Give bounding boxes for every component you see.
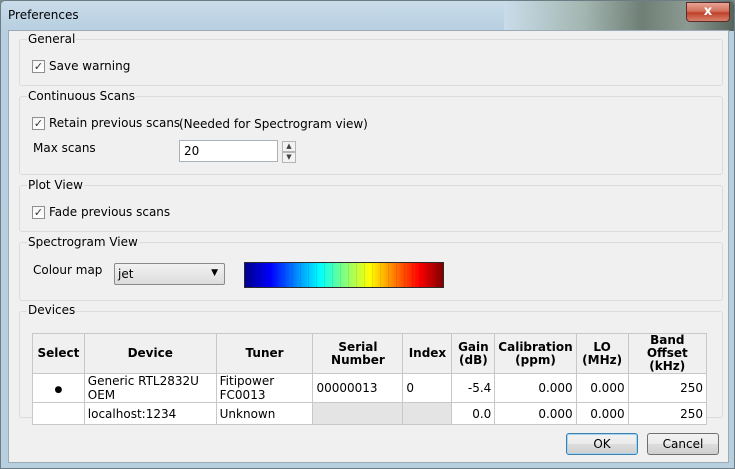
- colour-map-label: Colour map: [33, 263, 103, 277]
- chevron-down-icon: ▼: [211, 268, 218, 278]
- cell-serial: [312, 402, 404, 425]
- retain-previous-scans-checkbox[interactable]: ✓ Retain previous scans: [32, 116, 180, 130]
- save-warning-label: Save warning: [49, 59, 131, 73]
- ok-button[interactable]: OK: [566, 433, 638, 455]
- column-header[interactable]: Select: [32, 333, 85, 374]
- devices-table-header: Select Device Tuner Serial Number Index Gain …: [32, 333, 708, 374]
- cell-tuner: Fitipower FC0013: [215, 373, 314, 403]
- fade-previous-scans-checkbox[interactable]: ✓ Fade previous scans: [32, 205, 170, 219]
- selected-dot-icon: ●: [54, 385, 63, 395]
- save-warning-checkbox[interactable]: ✓ Save warning: [32, 59, 130, 73]
- cell-calibration[interactable]: 0.000: [494, 373, 577, 403]
- cell-gain[interactable]: 0.0: [451, 402, 496, 425]
- cell-index: [402, 402, 453, 425]
- colour-map-value: jet: [118, 267, 134, 281]
- cell-device: Generic RTL2832U OEM: [83, 373, 217, 403]
- continuous-scans-group: [19, 96, 723, 175]
- spin-up-icon[interactable]: ▲: [282, 141, 296, 152]
- checkmark-icon: ✓: [32, 59, 45, 73]
- close-icon: x: [703, 4, 713, 19]
- cell-calibration[interactable]: 0.000: [494, 402, 577, 425]
- table-row[interactable]: ● Generic RTL2832U OEM Fitipower FC0013 000…: [32, 373, 708, 403]
- preferences-window: Preferences x General ✓ Save warning Con…: [0, 0, 735, 469]
- checkmark-icon: ✓: [32, 116, 45, 130]
- cell-band-offset[interactable]: 250: [627, 373, 708, 403]
- select-radio[interactable]: ●: [32, 373, 85, 403]
- cell-serial: 00000013: [312, 373, 404, 403]
- column-header[interactable]: Device: [83, 333, 217, 374]
- fade-previous-scans-label: Fade previous scans: [49, 205, 171, 219]
- column-header[interactable]: Band Offset (kHz): [627, 333, 708, 374]
- cell-band-offset[interactable]: 250: [627, 402, 708, 425]
- spectrogram-view-title: Spectrogram View: [27, 235, 139, 249]
- column-header[interactable]: Serial Number: [312, 333, 404, 374]
- cancel-button[interactable]: Cancel: [647, 433, 719, 455]
- cell-tuner: Unknown: [215, 402, 314, 425]
- retain-previous-scans-label: Retain previous scans: [49, 116, 181, 130]
- close-button[interactable]: x: [686, 2, 730, 22]
- devices-table: Select Device Tuner Serial Number Index Gain …: [32, 333, 708, 425]
- spectrogram-note: (Needed for Spectrogram view): [179, 117, 368, 131]
- column-header[interactable]: Index: [402, 333, 453, 374]
- dialog-body: General ✓ Save warning Continuous Scans …: [8, 30, 729, 463]
- continuous-scans-title: Continuous Scans: [27, 89, 137, 103]
- column-header[interactable]: Tuner: [215, 333, 314, 374]
- table-row[interactable]: localhost:1234 Unknown 0.0 0.000 0.000 250: [32, 402, 708, 425]
- column-header[interactable]: Gain (dB): [451, 333, 496, 374]
- colour-map-select[interactable]: jet ▼: [114, 263, 225, 285]
- max-scans-input[interactable]: 20: [179, 140, 278, 162]
- cell-device: localhost:1234: [83, 402, 217, 425]
- cell-lo[interactable]: 0.000: [575, 373, 629, 403]
- max-scans-value: 20: [184, 144, 200, 158]
- window-title: Preferences: [8, 8, 79, 22]
- cell-lo[interactable]: 0.000: [575, 402, 629, 425]
- select-radio[interactable]: [32, 402, 85, 425]
- general-group-title: General: [27, 32, 77, 46]
- max-scans-stepper[interactable]: ▲ ▼: [282, 141, 296, 163]
- plot-view-title: Plot View: [27, 178, 84, 192]
- colour-map-preview: [244, 262, 444, 288]
- checkmark-icon: ✓: [32, 205, 45, 219]
- spin-down-icon[interactable]: ▼: [282, 152, 296, 163]
- devices-title: Devices: [27, 303, 77, 317]
- max-scans-label: Max scans: [33, 141, 96, 155]
- cell-index: 0: [402, 373, 453, 403]
- cell-gain[interactable]: -5.4: [451, 373, 496, 403]
- column-header[interactable]: LO (MHz): [575, 333, 629, 374]
- title-bar[interactable]: Preferences x: [1, 1, 734, 30]
- column-header[interactable]: Calibration (ppm): [494, 333, 577, 374]
